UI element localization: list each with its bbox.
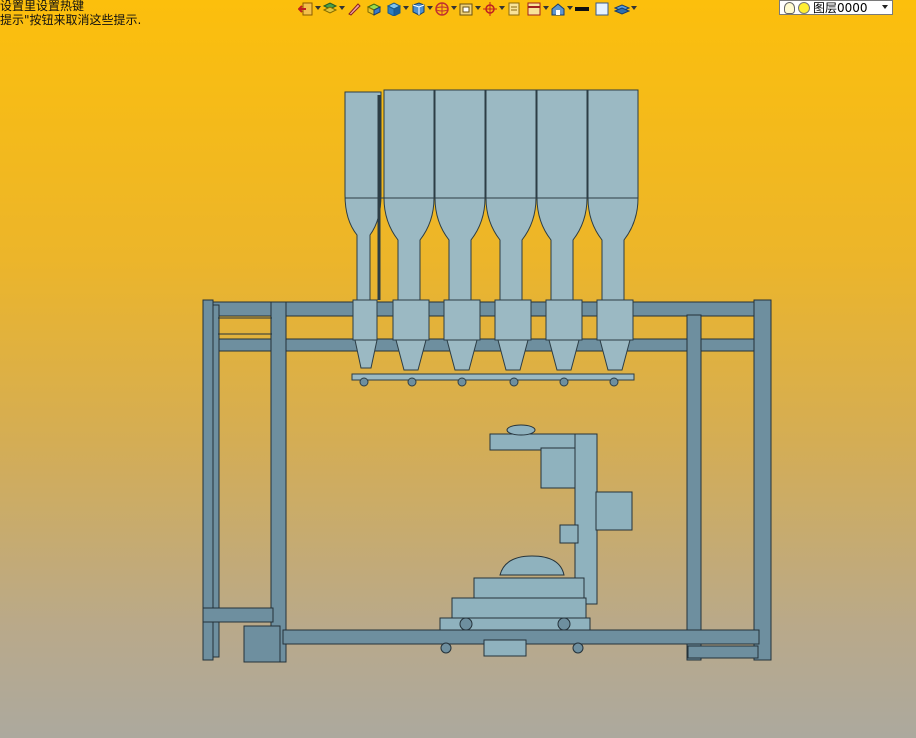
bottle-2 <box>383 89 435 371</box>
bottle-1 <box>344 91 382 369</box>
bottle-6 <box>587 89 639 371</box>
bottle-5 <box>536 89 588 371</box>
bottle-4 <box>485 89 537 371</box>
robot-arm <box>439 424 633 657</box>
cad-viewport[interactable] <box>0 0 916 738</box>
bottle-3 <box>434 89 486 371</box>
